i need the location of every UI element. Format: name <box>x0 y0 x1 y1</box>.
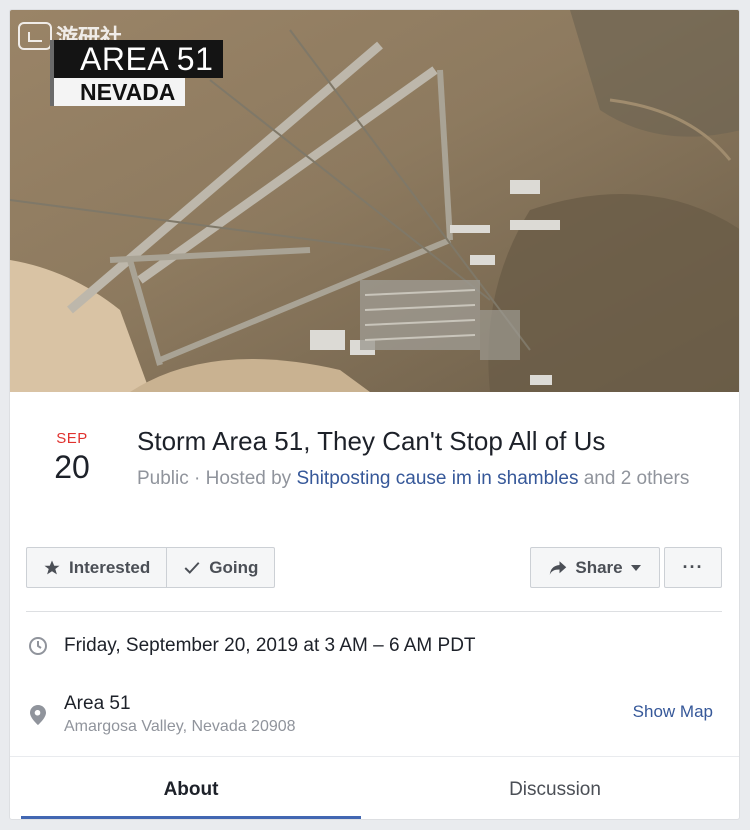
star-icon <box>44 560 60 574</box>
event-tabs: About Discussion <box>10 756 739 819</box>
hosted-by-prefix: Hosted by <box>205 468 297 489</box>
location-pin-icon <box>26 705 50 725</box>
caption-line-1: AREA 51 <box>50 40 224 78</box>
event-title: Storm Area 51, They Can't Stop All of Us <box>137 426 606 456</box>
cover-caption: AREA 51 NEVADA <box>50 40 224 106</box>
host-link[interactable]: Shitposting cause im in shambles <box>296 468 578 489</box>
event-day: 20 <box>54 449 90 485</box>
going-button[interactable]: Going <box>166 548 274 587</box>
others-link[interactable]: and 2 others <box>578 468 690 489</box>
share-label: Share <box>575 557 623 577</box>
event-datetime-row: Friday, September 20, 2019 at 3 AM – 6 A… <box>26 631 722 661</box>
gamepad-logo-icon <box>18 22 52 50</box>
tab-about[interactable]: About <box>21 757 361 819</box>
interested-button[interactable]: Interested <box>27 548 166 587</box>
clock-icon <box>26 636 50 656</box>
event-date: SEP 20 <box>40 430 104 486</box>
location-name[interactable]: Area 51 <box>64 692 296 716</box>
going-label: Going <box>209 557 259 577</box>
more-options-button[interactable]: ··· <box>664 547 722 588</box>
share-button[interactable]: Share <box>530 547 660 588</box>
checkmark-icon <box>184 561 200 574</box>
rsvp-buttons: Interested Going <box>26 547 276 588</box>
location-address: Amargosa Valley, Nevada 20908 <box>64 718 296 735</box>
cover-photo: 游研社 AREA 51 NEVADA <box>10 10 739 392</box>
tab-discussion[interactable]: Discussion <box>390 757 720 819</box>
event-month: SEP <box>56 430 88 447</box>
caption-line-2: NEVADA <box>50 78 186 106</box>
interested-label: Interested <box>69 557 151 577</box>
caret-down-icon <box>630 564 641 571</box>
event-location-row: Area 51 Amargosa Valley, Nevada 20908 <box>26 687 722 743</box>
event-hosts: Public · Hosted by Shitposting cause im … <box>137 466 707 492</box>
event-card: 游研社 AREA 51 NEVADA SEP 20 Storm Area 51,… <box>9 9 740 820</box>
share-arrow-icon <box>550 560 567 575</box>
divider <box>26 611 722 612</box>
show-map-link[interactable]: Show Map <box>633 702 713 722</box>
event-datetime: Friday, September 20, 2019 at 3 AM – 6 A… <box>64 635 476 656</box>
others-text[interactable]: and 2 others <box>578 468 690 489</box>
privacy-label: Public <box>137 468 189 489</box>
separator: · <box>188 468 206 489</box>
